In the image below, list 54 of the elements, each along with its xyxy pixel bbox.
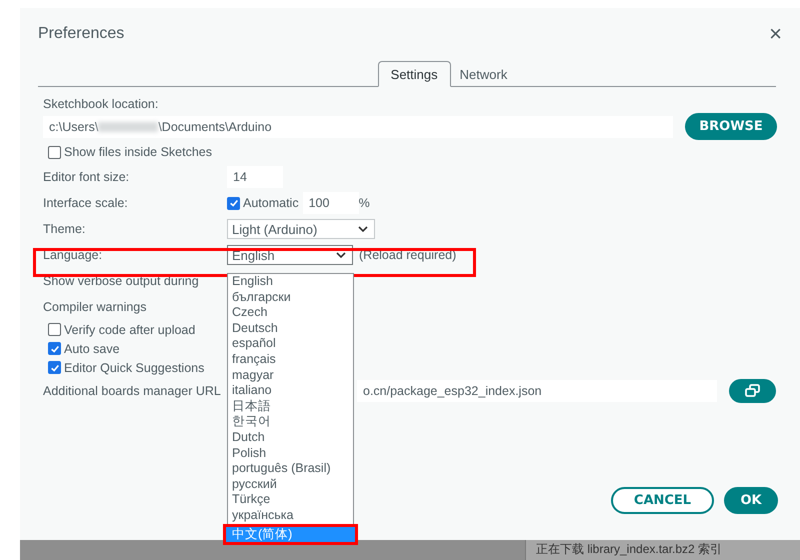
- language-option[interactable]: українська: [228, 508, 353, 524]
- checkbox[interactable]: [227, 196, 240, 210]
- theme-dropdown[interactable]: Light (Arduino): [227, 219, 375, 239]
- redacted-text: [98, 122, 158, 132]
- checkbox-label: Auto save: [64, 342, 120, 356]
- language-option[interactable]: magyar: [228, 368, 353, 384]
- close-button[interactable]: ×: [765, 21, 786, 47]
- checkbox[interactable]: [48, 146, 61, 158]
- scale-field[interactable]: 100: [302, 192, 359, 214]
- field-label: Additional boards manager URL: [43, 384, 222, 398]
- language-option[interactable]: Polish: [228, 446, 353, 462]
- language-option[interactable]: Deutsch: [228, 320, 353, 336]
- dialog-title: Preferences: [38, 25, 124, 43]
- language-option[interactable]: português (Brasil): [228, 461, 353, 477]
- field-label: Sketchbook location:: [43, 96, 160, 113]
- checkbox[interactable]: [48, 323, 61, 336]
- checkbox-label: Verify code after upload: [64, 322, 196, 336]
- chevron-icon: [336, 252, 346, 258]
- tab[interactable]: Settings: [378, 61, 451, 87]
- checkbox-label: Automatic: [243, 196, 299, 210]
- boards-url-field[interactable]: o.cn/package_esp32_index.json: [357, 380, 717, 402]
- language-option[interactable]: Dutch: [228, 430, 353, 446]
- ok-button[interactable]: OK: [724, 487, 778, 514]
- checkbox-label: Show files inside Sketches: [64, 145, 212, 159]
- font-size-field[interactable]: 14: [227, 166, 283, 188]
- field-label: Compiler warnings: [43, 300, 147, 314]
- sketchbook-path-field[interactable]: c:\Users\ \Documents\Arduino: [43, 116, 673, 138]
- field-label: Interface scale:: [43, 196, 129, 210]
- browse-button[interactable]: BROWSE: [685, 113, 777, 140]
- language-option[interactable]: български: [228, 290, 353, 306]
- chevron-icon: [358, 226, 368, 232]
- tab[interactable]: Network: [450, 61, 516, 87]
- checkbox[interactable]: [48, 342, 61, 355]
- language-option[interactable]: italiano: [228, 383, 353, 399]
- language-option[interactable]: Türkçe: [228, 492, 353, 508]
- cancel-button[interactable]: CANCEL: [611, 487, 714, 514]
- windows-icon: [744, 384, 760, 398]
- language-option[interactable]: 日本語: [228, 398, 353, 414]
- language-option[interactable]: Czech: [228, 305, 353, 321]
- checkbox[interactable]: [48, 361, 61, 374]
- field-label: Theme:: [43, 222, 86, 236]
- status-text: 正在下载 library_index.tar.bz2 索引: [536, 541, 722, 556]
- language-option[interactable]: English: [228, 274, 353, 290]
- field-label: Show verbose output during: [43, 274, 199, 288]
- field-label: Editor font size:: [43, 170, 130, 184]
- language-option[interactable]: русский: [228, 476, 353, 492]
- field-label: Language:: [43, 248, 104, 262]
- reload-note: (Reload required): [359, 248, 456, 262]
- window-icon-button[interactable]: [729, 379, 776, 403]
- language-option[interactable]: français: [228, 352, 353, 368]
- checkbox-label: Editor Quick Suggestions: [64, 360, 204, 374]
- unit-label: %: [358, 196, 370, 210]
- language-option[interactable]: 한국어: [228, 414, 353, 430]
- language-option[interactable]: español: [228, 336, 353, 352]
